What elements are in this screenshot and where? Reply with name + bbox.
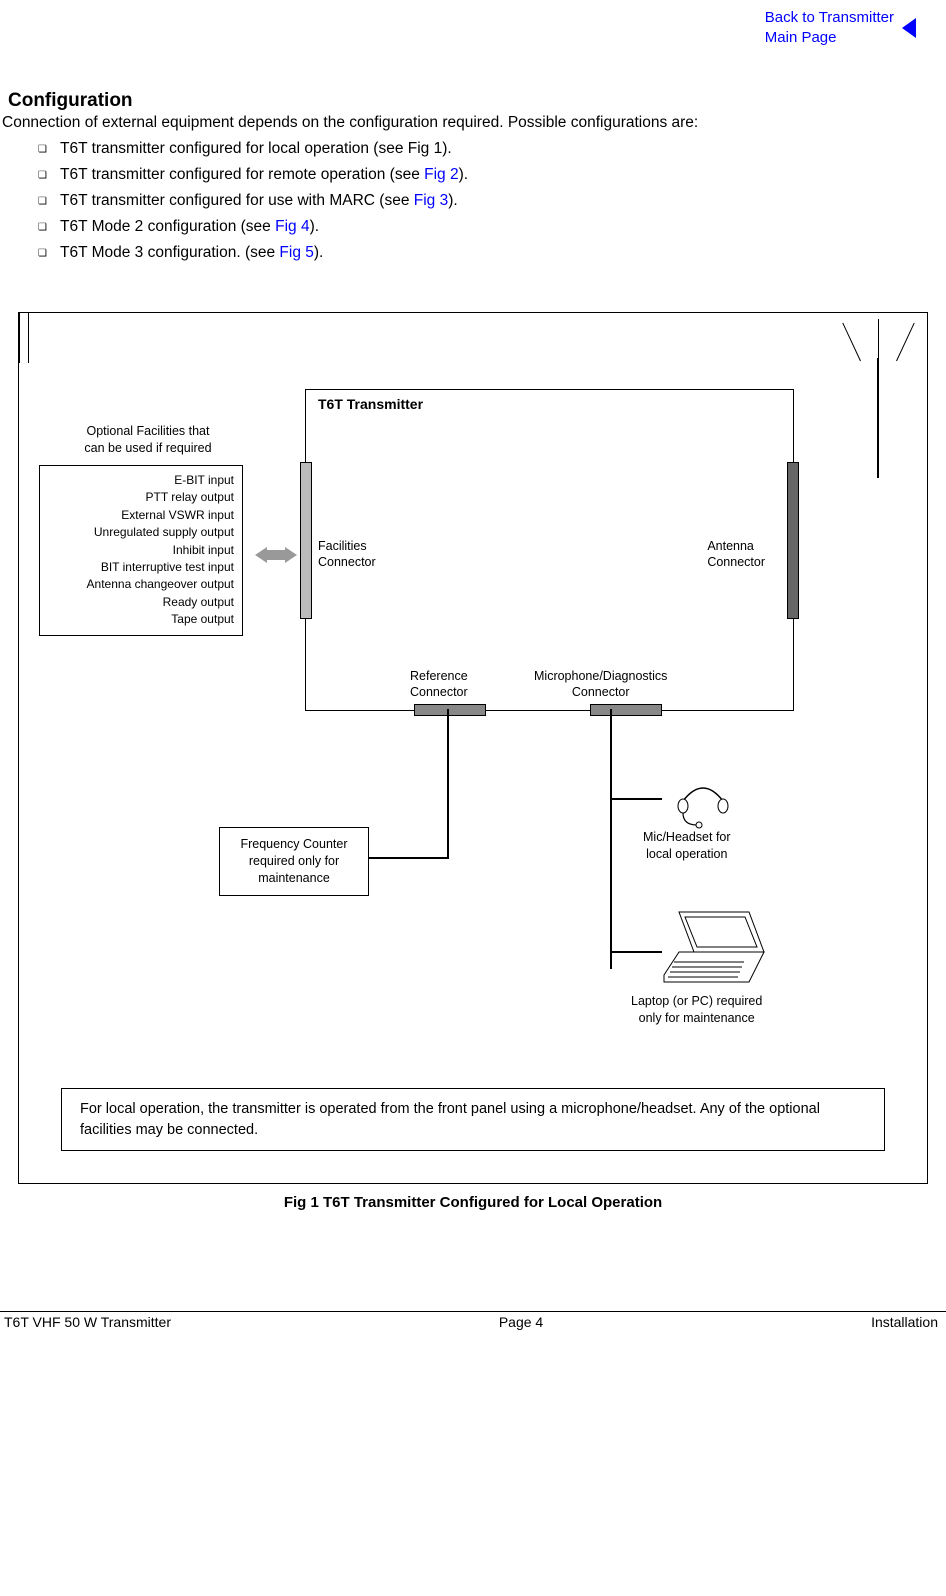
bullet-item: T6T transmitter configured for local ope… [38, 140, 946, 158]
opt-item: External VSWR input [44, 507, 234, 524]
bullet-item: T6T transmitter configured for remote op… [38, 166, 946, 184]
bullet-item: T6T transmitter configured for use with … [38, 192, 946, 210]
laptop-icon [659, 907, 769, 987]
transmitter-box: T6T Transmitter Facilities Connector Ant… [305, 389, 794, 711]
transmitter-title: T6T Transmitter [318, 396, 423, 412]
footer-center: Page 4 [499, 1314, 543, 1330]
opt-item: Antenna changeover output [44, 576, 234, 593]
fig-link[interactable]: Fig 3 [414, 192, 448, 209]
back-arrow-icon [902, 18, 916, 38]
antenna-icon [896, 323, 915, 361]
section-heading: Configuration [8, 90, 946, 112]
opt-item: Inhibit input [44, 542, 234, 559]
connector-stub [300, 462, 312, 619]
bullet-item: T6T Mode 2 configuration (see Fig 4). [38, 218, 946, 236]
opt-item: E-BIT input [44, 472, 234, 489]
optional-facilities-label: Optional Facilities that can be used if … [63, 423, 233, 457]
antenna-connector-label: Antenna Connector [707, 538, 765, 571]
connector-stub [414, 704, 486, 716]
back-nav[interactable]: Back to Transmitter Main Page [765, 8, 916, 47]
opt-item: Tape output [44, 611, 234, 628]
line [610, 709, 612, 969]
opt-item: Ready output [44, 594, 234, 611]
line [447, 709, 449, 859]
line [610, 951, 662, 953]
mic-connector-label: Microphone/Diagnostics Connector [534, 668, 667, 701]
intro-text: Connection of external equipment depends… [2, 114, 946, 132]
connector-stub [590, 704, 662, 716]
line [19, 313, 29, 363]
fig-link[interactable]: Fig 4 [275, 218, 309, 235]
laptop-label: Laptop (or PC) required only for mainten… [631, 993, 762, 1027]
bullet-list: T6T transmitter configured for local ope… [38, 140, 946, 262]
page-footer: T6T VHF 50 W Transmitter Page 4 Installa… [0, 1311, 946, 1340]
line [369, 857, 449, 859]
antenna-icon [878, 319, 879, 361]
headset-label: Mic/Headset for local operation [643, 829, 731, 863]
back-line1: Back to Transmitter [765, 9, 894, 26]
fig-link[interactable]: Fig 5 [279, 244, 313, 261]
bidirectional-arrow-icon [255, 547, 297, 563]
figure-1: T6T Transmitter Facilities Connector Ant… [18, 312, 928, 1184]
footer-left: T6T VHF 50 W Transmitter [4, 1314, 171, 1330]
bullet-item: T6T Mode 3 configuration. (see Fig 5). [38, 244, 946, 262]
line [877, 358, 879, 478]
connector-stub [787, 462, 799, 619]
line [610, 798, 662, 800]
fig-link[interactable]: Fig 2 [424, 166, 458, 183]
headset-icon [673, 781, 733, 831]
antenna-icon [842, 323, 861, 361]
reference-connector-label: Reference Connector [410, 668, 468, 701]
figure-caption: Fig 1 T6T Transmitter Configured for Loc… [0, 1194, 946, 1211]
opt-item: BIT interruptive test input [44, 559, 234, 576]
back-line2: Main Page [765, 29, 837, 46]
footer-right: Installation [871, 1314, 938, 1330]
opt-item: PTT relay output [44, 489, 234, 506]
figure-note: For local operation, the transmitter is … [61, 1088, 885, 1151]
optional-facilities-box: E-BIT input PTT relay output External VS… [39, 465, 243, 636]
facilities-connector-label: Facilities Connector [318, 538, 376, 571]
back-nav-text: Back to Transmitter Main Page [765, 8, 894, 47]
frequency-counter-box: Frequency Counter required only for main… [219, 827, 369, 896]
opt-item: Unregulated supply output [44, 524, 234, 541]
